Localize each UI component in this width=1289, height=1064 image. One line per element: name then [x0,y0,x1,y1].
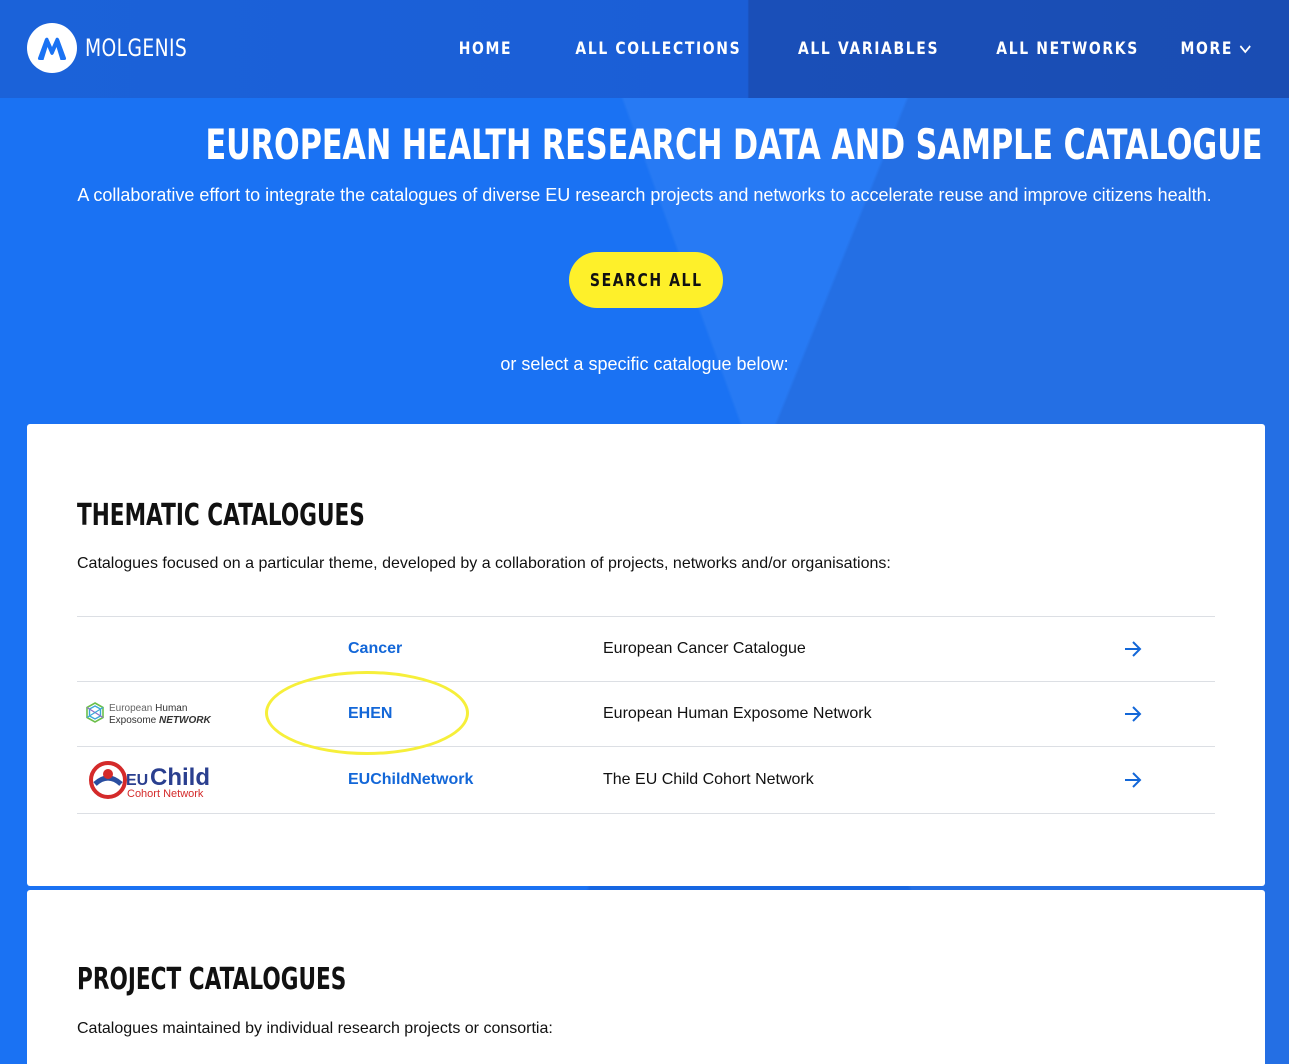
svg-text:Child: Child [150,764,210,791]
svg-text:EU: EU [126,772,148,789]
nav-more[interactable]: MORE [1180,39,1251,59]
svg-text:European Human: European Human [109,703,187,714]
catalogue-link-cancer[interactable]: Cancer [348,617,402,681]
select-catalogue-text: or select a specific catalogue below: [500,354,789,374]
main-nav: HOME ALL COLLECTIONS ALL VARIABLES ALL N… [421,34,1251,64]
search-all-button[interactable]: SEARCH ALL [569,252,723,308]
catalogue-description: European Human Exposome Network [603,705,872,722]
page-title: EUROPEAN HEALTH RESEARCH DATA AND SAMPLE… [205,120,1263,169]
catalogue-description: The EU Child Cohort Network [603,771,814,788]
nav-all-networks-label: ALL NETWORKS [996,39,1139,59]
nav-home[interactable]: HOME [459,39,512,59]
table-row[interactable]: Cancer European Cancer Catalogue [77,617,1215,682]
project-catalogues-card: PROJECT CATALOGUES Catalogues maintained… [27,890,1265,1064]
arrow-right-icon[interactable] [1123,747,1143,813]
catalogue-description: European Cancer Catalogue [603,640,806,657]
table-row[interactable]: EU Child Cohort Network EUChildNetwork T… [77,747,1215,814]
catalogue-link-euchildnetwork[interactable]: EUChildNetwork [348,747,473,813]
nav-all-networks[interactable]: ALL NETWORKS [996,39,1139,59]
ehen-hexagon-icon [86,702,104,723]
page-subtitle: A collaborative effort to integrate the … [77,185,1212,205]
thematic-heading: THEMATIC CATALOGUES [77,498,365,533]
euchild-circle-icon [89,761,127,799]
arrow-right-icon[interactable] [1123,617,1143,681]
table-row[interactable]: European Human Exposome NETWORK EHEN Eur… [77,682,1215,747]
molgenis-logo-icon [27,23,77,73]
chevron-down-icon [1239,44,1251,53]
ehen-logo: European Human Exposome NETWORK [83,682,223,746]
nav-more-label: MORE [1180,39,1233,59]
nav-all-variables-label: ALL VARIABLES [797,39,940,59]
svg-text:Cohort Network: Cohort Network [127,788,204,800]
euchild-logo: EU Child Cohort Network [83,747,213,813]
catalogue-link-ehen[interactable]: EHEN [348,682,392,746]
molgenis-logo[interactable]: MOLGENIS [27,23,216,73]
thematic-description: Catalogues focused on a particular theme… [77,555,891,572]
project-heading: PROJECT CATALOGUES [77,962,347,997]
thematic-catalogue-table: Cancer European Cancer Catalogue Europea… [77,616,1215,814]
project-description: Catalogues maintained by individual rese… [77,1020,553,1037]
nav-all-collections[interactable]: ALL COLLECTIONS [575,39,741,59]
svg-text:Exposome NETWORK: Exposome NETWORK [109,715,211,726]
arrow-right-icon[interactable] [1123,682,1143,746]
nav-all-collections-label: ALL COLLECTIONS [575,39,741,59]
nav-home-label: HOME [459,39,513,59]
nav-all-variables[interactable]: ALL VARIABLES [798,39,939,59]
thematic-catalogues-card: THEMATIC CATALOGUES Catalogues focused o… [27,424,1265,886]
logo-text: MOLGENIS [85,34,188,62]
top-header: MOLGENIS HOME ALL COLLECTIONS ALL VARIAB… [0,0,1289,98]
